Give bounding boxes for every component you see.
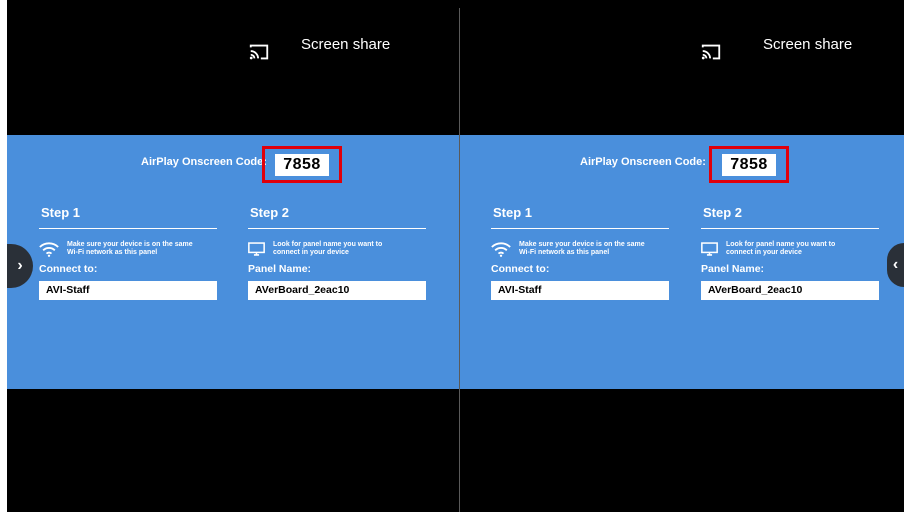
previous-page-button[interactable]: ‹ [887, 243, 904, 287]
screen-share-panel-right: Screen share AirPlay Onscreen Code: 7858… [460, 0, 904, 512]
airplay-code-label: AirPlay Onscreen Code: [141, 156, 267, 168]
step-2-desc-line2: connect in your device [273, 249, 349, 256]
step-2-title: Step 2 [250, 205, 290, 220]
step-2-divider [248, 228, 426, 229]
airplay-code: 7858 [722, 153, 776, 176]
step-1: Step 1 Make sure your device is on the s… [39, 205, 217, 300]
airplay-code-label: AirPlay Onscreen Code: [580, 156, 706, 168]
step-1: Step 1 Make sure your device is on the s… [491, 205, 669, 300]
screen-share-header[interactable]: Screen share [700, 35, 852, 63]
step-2-divider [701, 228, 879, 229]
cast-icon [701, 44, 721, 60]
connect-to-label: Connect to: [39, 263, 98, 275]
cast-icon [249, 44, 269, 60]
screen-share-label: Screen share [301, 36, 391, 53]
chevron-right-icon: › [17, 257, 23, 274]
step-2: Step 2 Look for panel name you want to c… [701, 205, 879, 300]
airplay-code-highlight: 7858 [709, 146, 789, 183]
step-2-desc-line2: connect in your device [726, 249, 802, 256]
monitor-icon [248, 242, 265, 256]
step-2-description: Look for panel name you want to connect … [701, 241, 879, 257]
step-1-description: Make sure your device is on the same Wi-… [39, 241, 217, 257]
step-1-title: Step 1 [493, 205, 533, 220]
airplay-code: 7858 [275, 153, 329, 176]
step-1-divider [39, 228, 217, 229]
wifi-icon [491, 242, 511, 257]
left-border [0, 0, 7, 512]
step-2-title: Step 2 [703, 205, 743, 220]
panel-name-field: AVerBoard_2eac10 [701, 281, 879, 300]
screen-share-panel-left: Screen share AirPlay Onscreen Code: 7858… [7, 0, 459, 512]
step-1-desc-line2: Wi-Fi network as this panel [67, 249, 158, 256]
step-2: Step 2 Look for panel name you want to c… [248, 205, 426, 300]
step-2-desc-line1: Look for panel name you want to [726, 241, 836, 248]
chevron-left-icon: ‹ [892, 256, 899, 273]
panel-name-label: Panel Name: [701, 263, 765, 275]
wifi-icon [39, 242, 59, 257]
step-1-desc-line1: Make sure your device is on the same [67, 241, 193, 248]
connect-to-label: Connect to: [491, 263, 550, 275]
step-1-desc-line1: Make sure your device is on the same [519, 241, 645, 248]
panel-name-label: Panel Name: [248, 263, 312, 275]
step-1-title: Step 1 [41, 205, 81, 220]
step-1-desc-line2: Wi-Fi network as this panel [519, 249, 610, 256]
airplay-instructions: AirPlay Onscreen Code: 7858 Step 1 Make … [460, 135, 904, 389]
screen-share-label: Screen share [763, 36, 853, 53]
step-2-desc-line1: Look for panel name you want to [273, 241, 383, 248]
panel-name-field: AVerBoard_2eac10 [248, 281, 426, 300]
monitor-icon [701, 242, 718, 256]
step-2-description: Look for panel name you want to connect … [248, 241, 426, 257]
screen-share-header[interactable]: Screen share [248, 35, 390, 63]
airplay-code-highlight: 7858 [262, 146, 342, 183]
network-name-field: AVI-Staff [491, 281, 669, 300]
step-1-description: Make sure your device is on the same Wi-… [491, 241, 669, 257]
airplay-instructions: AirPlay Onscreen Code: 7858 Step 1 Make … [7, 135, 459, 389]
step-1-divider [491, 228, 669, 229]
network-name-field: AVI-Staff [39, 281, 217, 300]
